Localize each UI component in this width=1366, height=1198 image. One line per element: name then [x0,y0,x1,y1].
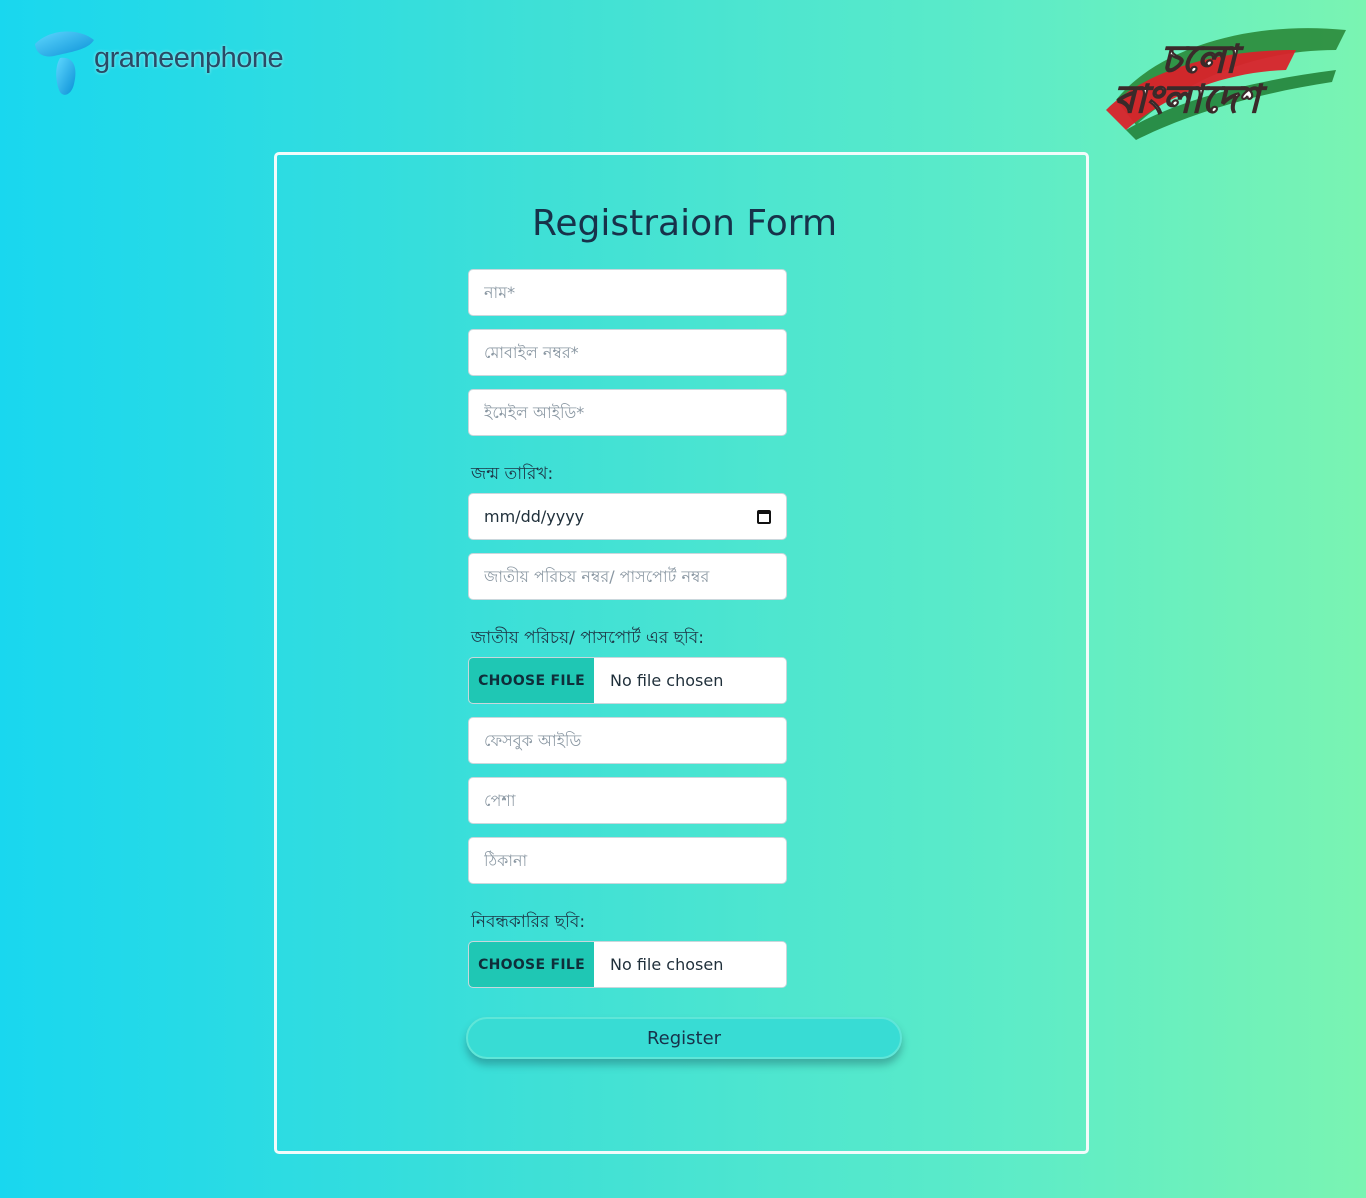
nid-photo-label: জাতীয় পরিচয়/ পাসপোর্ট এর ছবি: [471,628,704,648]
campaign-logo-graphic: চলো বাংলাদেশ [1106,28,1346,140]
nid-passport-number-input[interactable] [468,553,787,600]
registrant-photo-label: নিবন্ধকারির ছবি: [471,912,586,932]
profession-input[interactable] [468,777,787,824]
svg-text:চলো: চলো [1161,37,1244,81]
address-input[interactable] [468,837,787,884]
mobile-number-input[interactable] [468,329,787,376]
choose-file-button[interactable]: CHOOSE FILE [469,658,594,703]
file-status-text: No file chosen [594,658,786,703]
registrant-photo-file-input[interactable]: CHOOSE FILE No file chosen [468,941,787,988]
nid-photo-file-input[interactable]: CHOOSE FILE No file chosen [468,657,787,704]
grameenphone-logo: grameenphone [30,20,284,110]
telenor-logo-icon [35,31,94,95]
file-status-text: No file chosen [594,942,786,987]
choose-file-button[interactable]: CHOOSE FILE [469,942,594,987]
cholo-bangladesh-logo: চলো বাংলাদেশ [1096,10,1358,150]
name-input[interactable] [468,269,787,316]
facebook-id-input[interactable] [468,717,787,764]
calendar-icon[interactable] [757,509,771,524]
email-input[interactable] [468,389,787,436]
date-of-birth-label: জন্ম তারিখ: [471,464,554,484]
date-value: mm/dd/yyyy [484,507,585,526]
date-of-birth-input[interactable]: mm/dd/yyyy [468,493,787,540]
register-button[interactable]: Register [466,1017,902,1059]
registration-form-card: Registraion Form জন্ম তারিখ: mm/dd/yyyy … [274,152,1089,1154]
brand-wordmark: grameenphone [94,42,284,74]
svg-text:বাংলাদেশ: বাংলাদেশ [1114,77,1267,121]
form-title: Registraion Form [531,203,838,244]
